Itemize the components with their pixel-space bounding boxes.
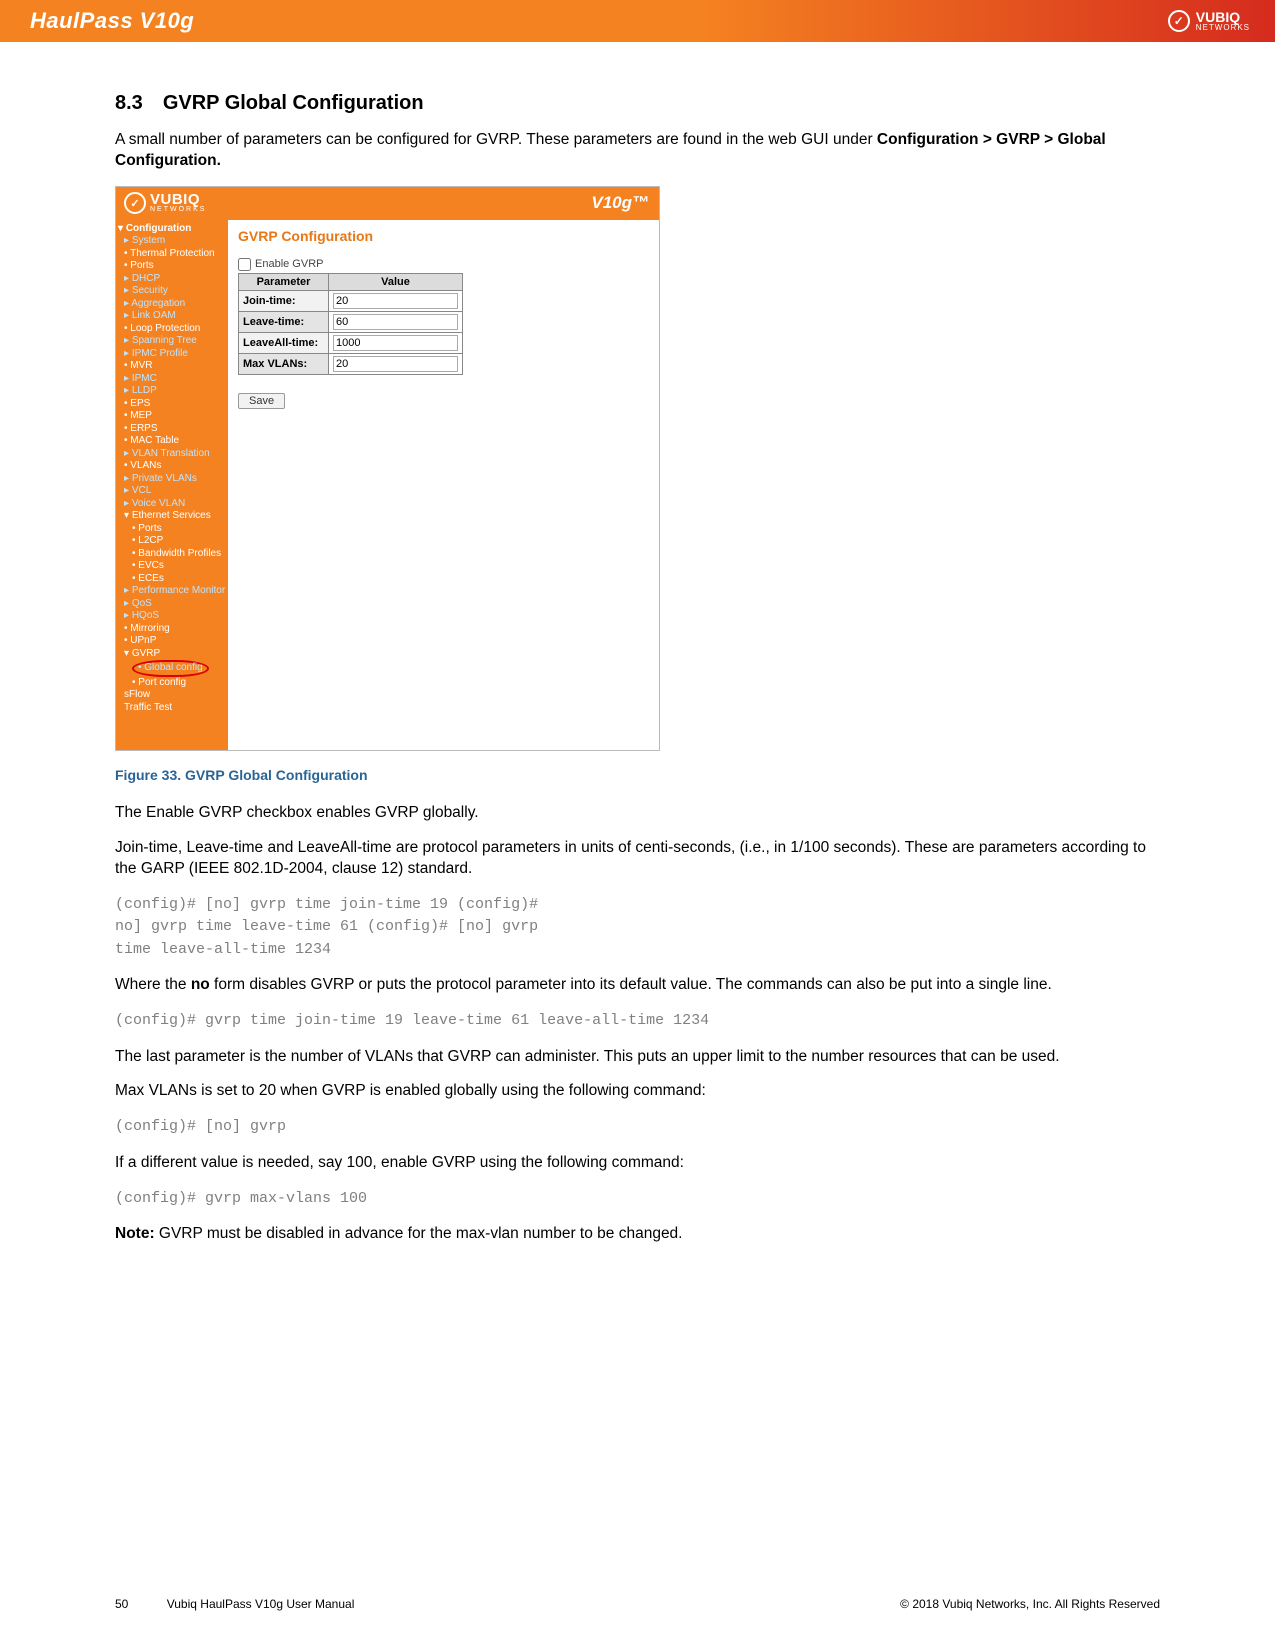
figure-caption: Figure 33. GVRP Global Configuration (115, 767, 1160, 783)
enable-gvrp-checkbox[interactable] (238, 258, 251, 271)
section-title: GVRP Global Configuration (163, 92, 424, 114)
panel-title: GVRP Configuration (238, 228, 649, 244)
gui-sidebar: ▾ Configuration ▸ System • Thermal Prote… (116, 220, 228, 750)
sidebar-item[interactable]: • MVR (124, 360, 228, 373)
gui-brand-top: VUBIQ (150, 194, 206, 206)
intro-paragraph: A small number of parameters can be conf… (115, 130, 1160, 172)
sidebar-item[interactable]: ▸ System (124, 235, 228, 248)
sidebar-subitem[interactable]: • ECEs (132, 573, 228, 586)
page-footer: 50 Vubiq HaulPass V10g User Manual © 201… (115, 1597, 1160, 1611)
sidebar-item[interactable]: • Loop Protection (124, 323, 228, 336)
enable-gvrp-label: Enable GVRP (255, 258, 323, 270)
sidebar-root[interactable]: ▾ Configuration (118, 223, 228, 236)
note-paragraph: Note: GVRP must be disabled in advance f… (115, 1224, 1160, 1245)
col-header-value: Value (329, 273, 463, 290)
sidebar-item[interactable]: ▸ Voice VLAN (124, 498, 228, 511)
cli-block: (config)# [no] gvrp time join-time 19 (c… (115, 894, 1160, 962)
sidebar-item[interactable]: ▸ IPMC (124, 373, 228, 386)
vubiq-logo: ✓ VUBIQ NETWORKS (1168, 10, 1250, 32)
sidebar-item[interactable]: • UPnP (124, 635, 228, 648)
sidebar-item[interactable]: ▸ HQoS (124, 610, 228, 623)
copyright: © 2018 Vubiq Networks, Inc. All Rights R… (900, 1597, 1160, 1611)
sidebar-item[interactable]: ▸ Private VLANs (124, 473, 228, 486)
body-paragraph: The Enable GVRP checkbox enables GVRP gl… (115, 803, 1160, 824)
param-label: LeaveAll-time: (239, 332, 329, 353)
sidebar-item[interactable]: ▸ VCL (124, 485, 228, 498)
gui-product: V10g™ (591, 193, 649, 213)
leaveall-time-input[interactable] (333, 335, 458, 351)
sidebar-item[interactable]: ▾ Ethernet Services (124, 510, 228, 523)
sidebar-item[interactable]: • VLANs (124, 460, 228, 473)
col-header-parameter: Parameter (239, 273, 329, 290)
param-table: Parameter Value Join-time: Leave-time: L… (238, 273, 463, 375)
param-label: Max VLANs: (239, 353, 329, 374)
sidebar-item[interactable]: ▸ Performance Monitor (124, 585, 228, 598)
sidebar-item[interactable]: • MAC Table (124, 435, 228, 448)
save-button[interactable]: Save (238, 393, 285, 409)
sidebar-item[interactable]: ▾ GVRP (124, 648, 228, 661)
gui-logo: ✓ VUBIQ NETWORKS (124, 192, 206, 214)
sidebar-item[interactable]: ▸ QoS (124, 598, 228, 611)
sidebar-item[interactable]: • Ports (124, 260, 228, 273)
table-row: Join-time: (239, 290, 463, 311)
sidebar-item[interactable]: • MEP (124, 410, 228, 423)
sidebar-item[interactable]: ▸ LLDP (124, 385, 228, 398)
doc-header-banner: HaulPass V10g ✓ VUBIQ NETWORKS (0, 0, 1275, 42)
table-row: Max VLANs: (239, 353, 463, 374)
sidebar-item[interactable]: sFlow (124, 689, 228, 702)
gui-banner: ✓ VUBIQ NETWORKS V10g™ (116, 187, 659, 220)
section-number: 8.3 (115, 92, 143, 114)
body-paragraph: Max VLANs is set to 20 when GVRP is enab… (115, 1081, 1160, 1102)
section-heading: 8.3 GVRP Global Configuration (115, 92, 1160, 115)
logo-circle-icon: ✓ (1168, 10, 1190, 32)
manual-name: Vubiq HaulPass V10g User Manual (167, 1597, 355, 1611)
sidebar-item[interactable]: ▸ VLAN Translation (124, 448, 228, 461)
table-row: LeaveAll-time: (239, 332, 463, 353)
enable-gvrp-row: Enable GVRP (238, 258, 649, 271)
max-vlans-input[interactable] (333, 356, 458, 372)
logo-brand-sub: NETWORKS (1196, 24, 1250, 32)
leave-time-input[interactable] (333, 314, 458, 330)
sidebar-item[interactable]: ▸ DHCP (124, 273, 228, 286)
sidebar-subitem-port-config[interactable]: • Port config (132, 677, 228, 690)
cli-block: (config)# [no] gvrp (115, 1116, 1160, 1139)
body-paragraph: Where the no form disables GVRP or puts … (115, 975, 1160, 996)
sidebar-item[interactable]: ▸ Spanning Tree (124, 335, 228, 348)
doc-product-title: HaulPass V10g (30, 8, 194, 34)
note-label: Note: (115, 1225, 155, 1242)
cli-block: (config)# gvrp max-vlans 100 (115, 1188, 1160, 1211)
gui-logo-circle-icon: ✓ (124, 192, 146, 214)
sidebar-subitem[interactable]: • Bandwidth Profiles (132, 548, 228, 561)
sidebar-item[interactable]: Traffic Test (124, 702, 228, 715)
cli-block: (config)# gvrp time join-time 19 leave-t… (115, 1010, 1160, 1033)
sidebar-item[interactable]: ▸ IPMC Profile (124, 348, 228, 361)
body-paragraph: Join-time, Leave-time and LeaveAll-time … (115, 838, 1160, 880)
sidebar-item[interactable]: • ERPS (124, 423, 228, 436)
sidebar-item[interactable]: • Mirroring (124, 623, 228, 636)
gui-screenshot: ✓ VUBIQ NETWORKS V10g™ ▾ Configuration ▸… (115, 186, 660, 751)
table-row: Leave-time: (239, 311, 463, 332)
sidebar-item[interactable]: • EPS (124, 398, 228, 411)
sidebar-item[interactable]: ▸ Security (124, 285, 228, 298)
body-paragraph: If a different value is needed, say 100,… (115, 1153, 1160, 1174)
sidebar-item[interactable]: ▸ Aggregation (124, 298, 228, 311)
sidebar-subitem[interactable]: • EVCs (132, 560, 228, 573)
sidebar-item[interactable]: ▸ Link OAM (124, 310, 228, 323)
sidebar-item[interactable]: • Thermal Protection (124, 248, 228, 261)
gui-brand-sub: NETWORKS (150, 206, 206, 213)
page-number: 50 (115, 1597, 128, 1611)
sidebar-subitem[interactable]: • L2CP (132, 535, 228, 548)
body-paragraph: The last parameter is the number of VLAN… (115, 1047, 1160, 1068)
param-label: Join-time: (239, 290, 329, 311)
join-time-input[interactable] (333, 293, 458, 309)
intro-text: A small number of parameters can be conf… (115, 131, 877, 148)
sidebar-subitem[interactable]: • Ports (132, 523, 228, 536)
sidebar-subitem-global-config[interactable]: • Global config (132, 660, 228, 677)
gui-main-panel: GVRP Configuration Enable GVRP Parameter… (228, 220, 659, 750)
param-label: Leave-time: (239, 311, 329, 332)
